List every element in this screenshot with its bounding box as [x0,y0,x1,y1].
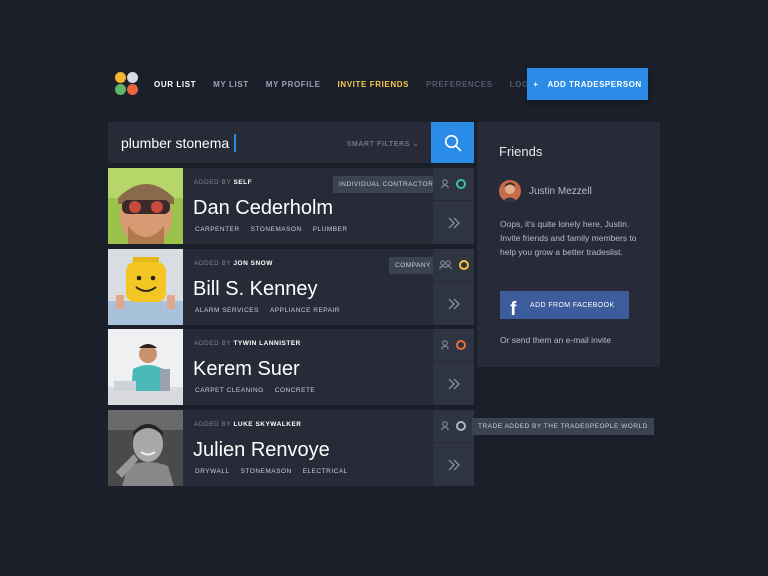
status-indicator [458,260,469,270]
person-photo [108,329,183,405]
app-logo[interactable] [115,72,139,96]
group-icon [439,260,451,270]
open-profile-button[interactable] [433,282,474,325]
open-profile-button[interactable] [433,362,474,405]
add-from-facebook-button[interactable]: f ADD FROM FACEBOOK [500,291,629,319]
smart-filters-dropdown[interactable]: SMART FILTERS ⌄ [347,140,419,148]
smart-filters-label: SMART FILTERS [346,141,410,148]
chevron-down-icon: ⌄ [412,141,419,148]
current-user: Justin Mezzell [499,180,592,202]
source-tooltip: TRADE ADDED BY THE TRADESPEOPLE WORLD [472,418,654,435]
trade-tags: CARPET CLEANING CONCRETE [195,387,315,394]
person-icon [441,179,449,189]
trade-tag[interactable]: DRYWALL [195,468,230,475]
trade-tags: DRYWALL STONEMASON ELECTRICAL [195,468,348,475]
nav-our-list[interactable]: OUR LIST [154,80,196,89]
person-photo [108,249,183,325]
trade-tags: ALARM SERVICES APPLIANCE REPAIR [195,307,340,314]
email-invite-link[interactable]: Or send them an e-mail invite [500,335,611,345]
avatar[interactable] [499,180,521,202]
person-name[interactable]: Kerem Suer [193,358,300,381]
added-by-prefix: ADDED BY [194,179,232,186]
search-button[interactable] [431,122,474,163]
open-profile-button[interactable] [433,443,474,486]
trade-tag[interactable]: PLUMBER [313,226,348,233]
person-icon [441,340,449,350]
trade-tag[interactable]: ELECTRICAL [303,468,348,475]
search-bar: SMART FILTERS ⌄ [108,122,431,163]
open-profile-button[interactable] [433,201,474,244]
status-indicator [456,421,466,431]
added-by: ADDED BY LUKE SKYWALKER [194,421,301,428]
added-by-prefix: ADDED BY [194,421,232,428]
added-by-name[interactable]: SELF [233,179,252,186]
card-actions [433,249,474,325]
added-by-prefix: ADDED BY [194,340,232,347]
contractor-type-badge: INDIVIDUAL CONTRACTOR [333,176,440,193]
status-indicator [456,340,466,350]
added-by-prefix: ADDED BY [194,260,232,267]
nav-preferences[interactable]: PREFERENCES [426,80,493,89]
logo-dot-orange [127,84,138,95]
person-photo [108,168,183,244]
double-chevron-right-icon [448,459,460,470]
added-by: ADDED BY SELF [194,179,252,186]
person-icon [441,421,449,431]
main-nav: OUR LIST MY LIST MY PROFILE INVITE FRIEN… [154,80,548,89]
trade-tag[interactable]: ALARM SERVICES [195,307,259,314]
double-chevron-right-icon [448,217,460,228]
trade-tags: CARPENTER STONEMASON PLUMBER [195,226,348,233]
trade-tag[interactable]: STONEMASON [251,226,302,233]
facebook-button-label: ADD FROM FACEBOOK [530,301,615,309]
empty-friends-message: Oops, it's quite lonely here, Justin. In… [500,219,637,257]
person-name[interactable]: Dan Cederholm [193,197,333,220]
person-card[interactable]: ADDED BY TYWIN LANNISTER Kerem Suer CARP… [108,329,474,405]
trade-tag[interactable]: STONEMASON [241,468,292,475]
added-by: ADDED BY JON SNOW [194,260,273,267]
user-name: Justin Mezzell [529,185,592,197]
nav-my-profile[interactable]: MY PROFILE [266,80,321,89]
search-icon [444,134,461,151]
trade-tag[interactable]: CARPET CLEANING [195,387,264,394]
card-actions [433,329,474,405]
trade-tag[interactable]: APPLIANCE REPAIR [270,307,340,314]
text-caret [234,133,236,152]
trade-tag[interactable]: CARPENTER [195,226,240,233]
added-by-name[interactable]: TYWIN LANNISTER [233,340,300,347]
friends-panel: Friends Justin Mezzell Oops, it's quite … [477,122,660,367]
plus-icon: + [533,79,539,89]
person-card[interactable]: ADDED BY JON SNOW Bill S. Kenney ALARM S… [108,249,474,325]
person-name[interactable]: Julien Renvoye [193,439,330,462]
status-indicator [456,179,466,189]
facebook-icon: f [510,299,517,320]
trade-tag[interactable]: CONCRETE [275,387,315,394]
card-actions [433,410,474,486]
person-photo [108,410,183,486]
person-name[interactable]: Bill S. Kenney [193,278,318,301]
person-card[interactable]: ADDED BY SELF Dan Cederholm CARPENTER ST… [108,168,474,244]
added-by-name[interactable]: LUKE SKYWALKER [233,421,301,428]
person-card[interactable]: ADDED BY LUKE SKYWALKER Julien Renvoye D… [108,410,474,486]
friends-title: Friends [499,144,543,159]
nav-my-list[interactable]: MY LIST [213,80,249,89]
add-tradesperson-button[interactable]: + ADD TRADESPERSON [527,68,648,100]
added-by: ADDED BY TYWIN LANNISTER [194,340,301,347]
logo-dot-grey [127,72,138,83]
added-by-name[interactable]: JON SNOW [233,260,272,267]
nav-invite-friends[interactable]: INVITE FRIENDS [338,80,410,89]
card-actions [433,168,474,244]
double-chevron-right-icon [448,298,460,309]
logo-dot-yellow [115,72,126,83]
logo-dot-green [115,84,126,95]
contractor-type-badge: COMPANY [389,257,437,274]
search-input[interactable] [121,134,321,151]
add-tradesperson-label: ADD TRADESPERSON [547,79,642,89]
double-chevron-right-icon [448,378,460,389]
